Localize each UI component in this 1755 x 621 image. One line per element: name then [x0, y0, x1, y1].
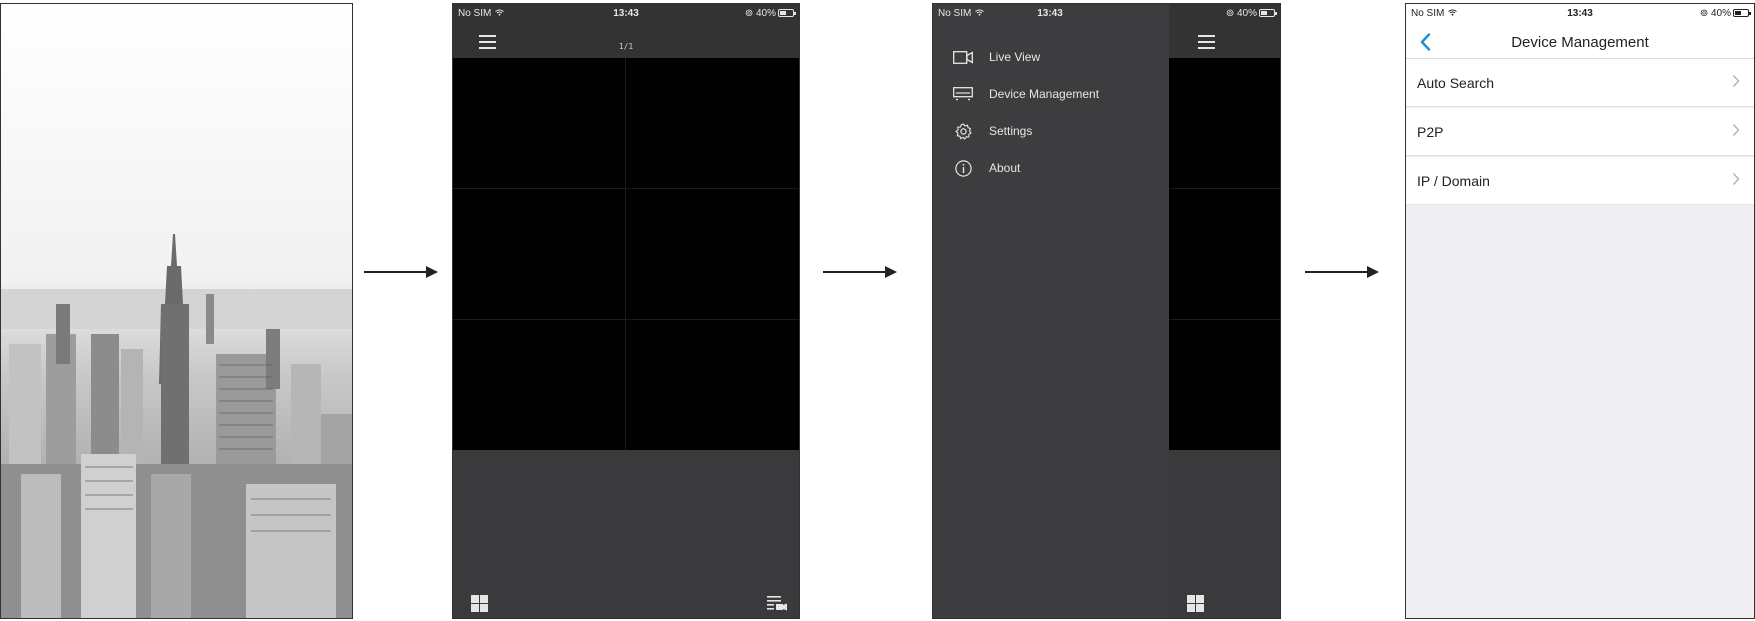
battery-icon	[1259, 9, 1277, 17]
rotation-lock-icon: ⊚	[744, 8, 754, 19]
drawer-item-label: Live View	[989, 50, 1041, 64]
row-ip-domain[interactable]: IP / Domain	[1406, 157, 1754, 205]
battery-percent: 40%	[1710, 8, 1731, 19]
live-view-screen: No SIM 13:43 ⊚ 40% 1/1	[452, 3, 800, 619]
chevron-right-icon	[1732, 75, 1740, 87]
info-icon	[953, 159, 973, 177]
page-indicator: 1/1	[618, 42, 634, 51]
video-grid-peek	[1169, 58, 1280, 450]
rotation-lock-icon: ⊚	[1699, 8, 1709, 19]
city-skyline-image	[1, 4, 352, 618]
chevron-right-icon	[1732, 124, 1740, 136]
split-layout-icon[interactable]	[471, 595, 488, 612]
drawer-item-live-view[interactable]: Live View	[953, 45, 1040, 69]
flow-arrow-2	[823, 266, 897, 278]
battery-percent: 40%	[1236, 8, 1257, 19]
status-bar: No SIM 13:43 ⊚ 40%	[933, 4, 1280, 24]
splash-screen	[0, 3, 353, 619]
clock: 13:43	[1037, 8, 1063, 19]
device-management-screen: No SIM 13:43 ⊚ 40% Device Management Aut…	[1405, 3, 1755, 619]
video-camera-icon	[953, 49, 973, 65]
battery-percent: 40%	[755, 8, 776, 19]
page-title: Device Management	[1511, 34, 1649, 51]
video-cell[interactable]	[453, 189, 625, 319]
drawer-item-label: Settings	[989, 124, 1033, 138]
row-label: P2P	[1417, 124, 1444, 140]
flow-arrow-3	[1305, 266, 1379, 278]
split-layout-icon[interactable]	[1187, 595, 1204, 612]
video-cell[interactable]	[626, 189, 799, 319]
drawer-item-label: About	[989, 161, 1021, 175]
battery-icon	[1733, 9, 1751, 17]
menu-button[interactable]	[1198, 35, 1215, 49]
status-bar: No SIM 13:43 ⊚ 40%	[453, 4, 799, 24]
row-label: Auto Search	[1417, 75, 1495, 91]
drawer-item-device-management[interactable]: Device Management	[953, 82, 1099, 106]
video-cell[interactable]	[626, 320, 799, 450]
drawer-item-settings[interactable]: Settings	[953, 119, 1032, 143]
video-grid	[453, 58, 799, 450]
row-p2p[interactable]: P2P	[1406, 108, 1754, 156]
chevron-right-icon	[1732, 173, 1740, 185]
dvr-device-icon	[953, 86, 973, 102]
gear-icon	[953, 122, 973, 140]
video-cell[interactable]	[626, 58, 799, 188]
row-label: IP / Domain	[1417, 173, 1490, 189]
playback-list-icon[interactable]	[767, 595, 787, 611]
battery-icon	[778, 9, 796, 17]
drawer-item-label: Device Management	[989, 87, 1100, 101]
video-cell[interactable]	[453, 58, 625, 188]
status-bar: No SIM 13:43 ⊚ 40%	[1406, 4, 1754, 24]
rotation-lock-icon: ⊚	[1225, 8, 1235, 19]
video-cell[interactable]	[453, 320, 625, 450]
drawer-screen: No SIM 13:43 ⊚ 40% Live View Device Mana…	[932, 3, 1281, 619]
row-auto-search[interactable]: Auto Search	[1406, 59, 1754, 107]
flow-arrow-1	[364, 266, 438, 278]
drawer-item-about[interactable]: About	[953, 156, 1020, 180]
